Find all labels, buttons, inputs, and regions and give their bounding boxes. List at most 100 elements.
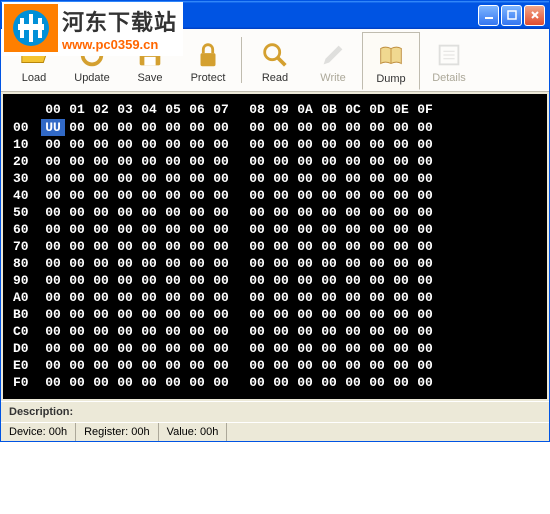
hex-cell[interactable]: 00 (293, 357, 317, 374)
hex-cell[interactable]: 00 (65, 323, 89, 340)
hex-cell[interactable]: 00 (389, 374, 413, 391)
hex-cell[interactable]: 00 (389, 238, 413, 255)
hex-cell[interactable]: 00 (41, 272, 65, 289)
hex-cell[interactable]: 00 (269, 119, 293, 136)
hex-cell[interactable]: 00 (389, 357, 413, 374)
hex-cell[interactable]: 00 (293, 221, 317, 238)
hex-cell[interactable]: 00 (185, 170, 209, 187)
minimize-button[interactable] (478, 5, 499, 26)
hex-cell[interactable]: 00 (161, 289, 185, 306)
hex-cell[interactable]: 00 (341, 204, 365, 221)
hex-cell[interactable]: 00 (161, 170, 185, 187)
hex-cell[interactable]: 00 (113, 221, 137, 238)
hex-cell[interactable]: 00 (65, 340, 89, 357)
hex-cell[interactable]: 00 (89, 238, 113, 255)
hex-cell[interactable]: 00 (65, 374, 89, 391)
hex-cell[interactable]: 00 (89, 323, 113, 340)
hex-cell[interactable]: 00 (317, 221, 341, 238)
hex-cell[interactable]: 00 (41, 136, 65, 153)
hex-cell[interactable]: 00 (161, 119, 185, 136)
hex-cell[interactable]: 00 (389, 204, 413, 221)
hex-cell[interactable]: 00 (161, 238, 185, 255)
hex-cell[interactable]: 00 (209, 340, 233, 357)
hex-cell[interactable]: 00 (65, 306, 89, 323)
hex-cell[interactable]: 00 (341, 340, 365, 357)
hex-cell[interactable]: 00 (185, 153, 209, 170)
hex-cell[interactable]: 00 (365, 357, 389, 374)
hex-cell[interactable]: 00 (209, 272, 233, 289)
hex-cell[interactable]: 00 (413, 323, 437, 340)
hex-cell[interactable]: 00 (89, 170, 113, 187)
hex-cell[interactable]: 00 (65, 204, 89, 221)
hex-cell[interactable]: UU (41, 119, 65, 136)
hex-cell[interactable]: 00 (113, 306, 137, 323)
hex-cell[interactable]: 00 (41, 221, 65, 238)
hex-cell[interactable]: 00 (413, 221, 437, 238)
hex-cell[interactable]: 00 (269, 340, 293, 357)
hex-cell[interactable]: 00 (185, 255, 209, 272)
hex-cell[interactable]: 00 (245, 204, 269, 221)
hex-cell[interactable]: 00 (365, 340, 389, 357)
hex-cell[interactable]: 00 (89, 136, 113, 153)
hex-cell[interactable]: 00 (293, 136, 317, 153)
hex-cell[interactable]: 00 (41, 255, 65, 272)
hex-cell[interactable]: 00 (137, 119, 161, 136)
hex-cell[interactable]: 00 (341, 357, 365, 374)
hex-cell[interactable]: 00 (341, 153, 365, 170)
hex-cell[interactable]: 00 (113, 170, 137, 187)
hex-cell[interactable]: 00 (137, 153, 161, 170)
hex-cell[interactable]: 00 (269, 289, 293, 306)
hex-cell[interactable]: 00 (209, 187, 233, 204)
hex-cell[interactable]: 00 (89, 340, 113, 357)
hex-cell[interactable]: 00 (317, 119, 341, 136)
hex-cell[interactable]: 00 (209, 374, 233, 391)
hex-cell[interactable]: 00 (365, 289, 389, 306)
hex-cell[interactable]: 00 (269, 272, 293, 289)
hex-cell[interactable]: 00 (389, 272, 413, 289)
hex-cell[interactable]: 00 (113, 357, 137, 374)
hex-cell[interactable]: 00 (293, 374, 317, 391)
hex-cell[interactable]: 00 (365, 119, 389, 136)
hex-cell[interactable]: 00 (89, 289, 113, 306)
hex-cell[interactable]: 00 (413, 119, 437, 136)
hex-cell[interactable]: 00 (365, 170, 389, 187)
hex-cell[interactable]: 00 (137, 340, 161, 357)
hex-cell[interactable]: 00 (65, 255, 89, 272)
hex-cell[interactable]: 00 (209, 323, 233, 340)
hex-cell[interactable]: 00 (137, 272, 161, 289)
hex-cell[interactable]: 00 (137, 289, 161, 306)
hex-cell[interactable]: 00 (89, 374, 113, 391)
maximize-button[interactable] (501, 5, 522, 26)
hex-cell[interactable]: 00 (113, 289, 137, 306)
hex-cell[interactable]: 00 (389, 306, 413, 323)
hex-cell[interactable]: 00 (89, 272, 113, 289)
hex-cell[interactable]: 00 (185, 187, 209, 204)
hex-cell[interactable]: 00 (161, 221, 185, 238)
hex-cell[interactable]: 00 (269, 323, 293, 340)
hex-cell[interactable]: 00 (413, 170, 437, 187)
hex-cell[interactable]: 00 (113, 340, 137, 357)
hex-cell[interactable]: 00 (41, 238, 65, 255)
hex-cell[interactable]: 00 (245, 238, 269, 255)
hex-cell[interactable]: 00 (389, 153, 413, 170)
hex-cell[interactable]: 00 (209, 204, 233, 221)
hex-cell[interactable]: 00 (161, 306, 185, 323)
hex-cell[interactable]: 00 (41, 323, 65, 340)
hex-cell[interactable]: 00 (413, 255, 437, 272)
hex-cell[interactable]: 00 (65, 170, 89, 187)
hex-cell[interactable]: 00 (137, 204, 161, 221)
hex-cell[interactable]: 00 (209, 306, 233, 323)
hex-cell[interactable]: 00 (41, 374, 65, 391)
hex-cell[interactable]: 00 (245, 187, 269, 204)
hex-cell[interactable]: 00 (389, 255, 413, 272)
hex-cell[interactable]: 00 (185, 136, 209, 153)
hex-cell[interactable]: 00 (293, 187, 317, 204)
hex-cell[interactable]: 00 (185, 374, 209, 391)
hex-cell[interactable]: 00 (293, 238, 317, 255)
hex-cell[interactable]: 00 (317, 374, 341, 391)
hex-cell[interactable]: 00 (317, 153, 341, 170)
hex-cell[interactable]: 00 (293, 306, 317, 323)
hex-cell[interactable]: 00 (137, 170, 161, 187)
hex-cell[interactable]: 00 (269, 306, 293, 323)
hex-cell[interactable]: 00 (389, 170, 413, 187)
